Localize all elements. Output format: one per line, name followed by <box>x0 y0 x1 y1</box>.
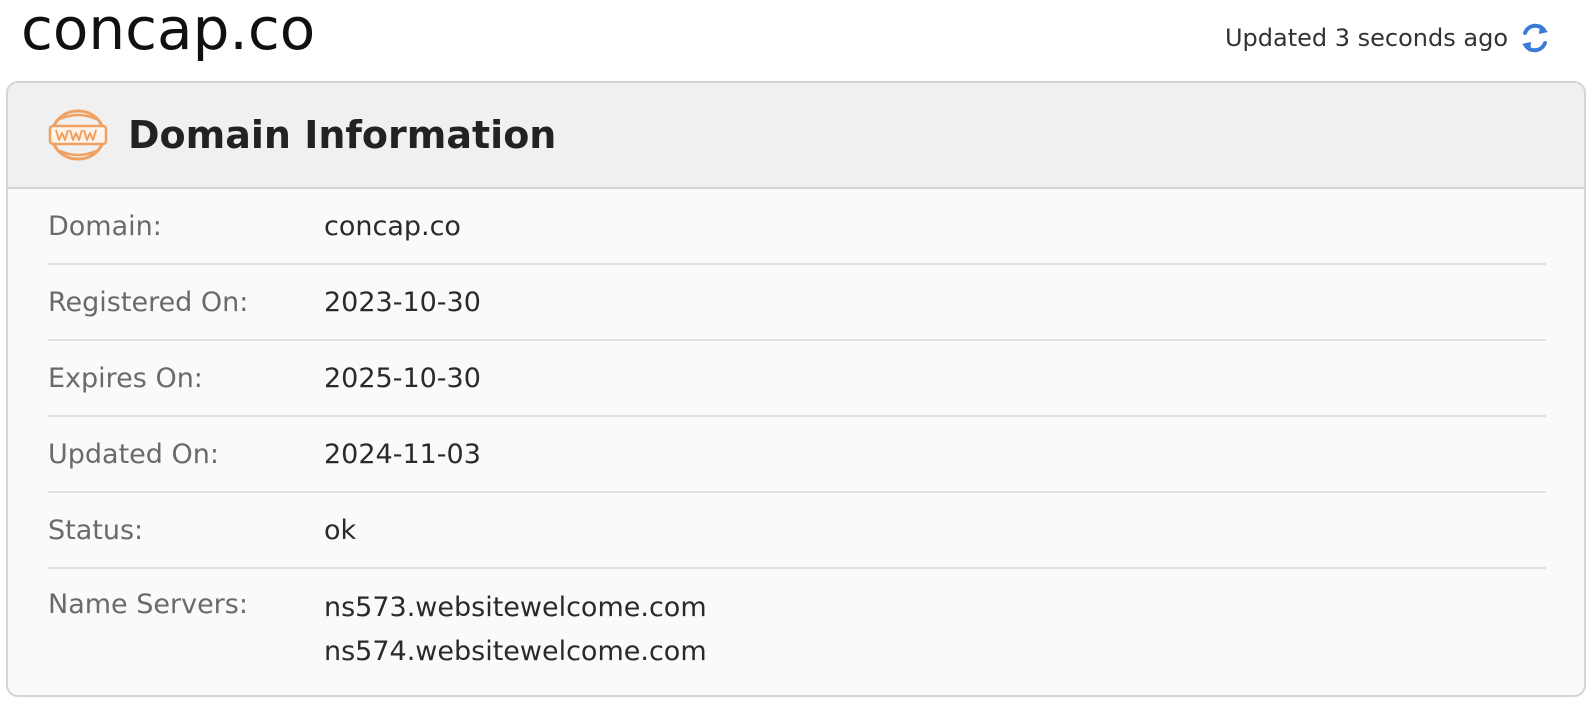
name-server-list: ns573.websitewelcome.com ns574.websitewe… <box>324 589 707 671</box>
row-value: concap.co <box>324 210 461 242</box>
row-value: 2024-11-03 <box>324 438 481 470</box>
row-updated-on: Updated On: 2024-11-03 <box>48 417 1546 493</box>
row-expires-on: Expires On: 2025-10-30 <box>48 341 1546 417</box>
row-domain: Domain: concap.co <box>48 189 1546 265</box>
info-rows: Domain: concap.co Registered On: 2023-10… <box>8 189 1584 689</box>
status-value: ok <box>324 514 357 546</box>
row-name-servers: Name Servers: ns573.websitewelcome.com n… <box>48 569 1546 689</box>
row-label: Domain: <box>48 210 162 242</box>
refresh-icon[interactable] <box>1518 20 1552 56</box>
card-title: Domain Information <box>128 113 557 157</box>
row-value: 2023-10-30 <box>324 286 481 318</box>
row-registered-on: Registered On: 2023-10-30 <box>48 265 1546 341</box>
name-server: ns573.websitewelcome.com <box>324 592 707 623</box>
name-server: ns574.websitewelcome.com <box>324 636 707 667</box>
row-label: Name Servers: <box>48 589 248 620</box>
www-globe-icon <box>48 107 108 163</box>
row-value: 2025-10-30 <box>324 362 481 394</box>
row-label: Registered On: <box>48 286 249 318</box>
domain-info-card: Domain Information Domain: concap.co Reg… <box>6 81 1586 697</box>
card-header: Domain Information <box>8 83 1584 189</box>
site-title: concap.co <box>21 0 316 63</box>
row-label: Status: <box>48 514 144 546</box>
row-status: Status: ok <box>48 493 1546 569</box>
updated-text: Updated 3 seconds ago <box>1224 24 1508 52</box>
page: concap.co Updated 3 seconds ago Domain I… <box>0 0 1594 720</box>
row-label: Updated On: <box>48 438 219 470</box>
row-label: Expires On: <box>48 362 203 394</box>
update-status: Updated 3 seconds ago <box>1225 20 1552 56</box>
